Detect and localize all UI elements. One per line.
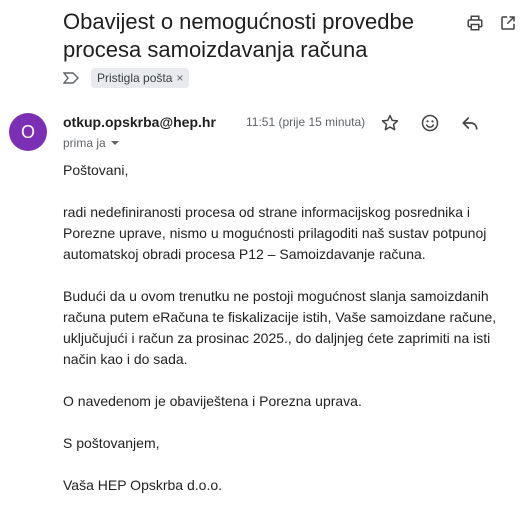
reply-button[interactable]: [458, 111, 482, 135]
importance-marker[interactable]: [63, 71, 81, 85]
print-icon: [467, 15, 483, 31]
emoji-icon: [421, 114, 439, 132]
print-button[interactable]: [464, 12, 486, 34]
star-button[interactable]: [378, 111, 402, 135]
body-paragraph-3: O navedenom je obaviještena i Porezna up…: [63, 393, 362, 409]
open-in-new-window-button[interactable]: [497, 12, 519, 34]
email-timestamp: 11:51 (prije 15 minuta): [246, 115, 366, 129]
body-signature: Vaša HEP Opskrba d.o.o.: [63, 477, 223, 493]
open-in-new-icon: [501, 16, 515, 30]
sender-email[interactable]: otkup.opskrba@hep.hr: [63, 114, 216, 130]
add-reaction-button[interactable]: [418, 111, 442, 135]
reply-icon: [462, 117, 478, 130]
body-paragraph-2: Budući da u ovom trenutku ne postoji mog…: [63, 288, 497, 367]
remove-label-button[interactable]: ×: [176, 71, 183, 85]
email-subject: Obavijest o nemogućnosti provedbe proces…: [63, 9, 414, 62]
body-closing: S poštovanjem,: [63, 435, 160, 451]
label-chip-text: Pristigla pošta: [97, 71, 173, 85]
recipient-label: prima ja: [63, 136, 106, 150]
chevron-down-icon: [110, 141, 119, 145]
importance-marker-icon: [63, 72, 79, 84]
star-icon: [381, 114, 399, 131]
label-row: Pristigla pošta ×: [63, 68, 190, 88]
body-paragraph-1: radi nedefiniranosti procesa od strane i…: [63, 204, 487, 262]
label-chip-inbox: Pristigla pošta ×: [91, 68, 190, 88]
email-body: Poštovani, radi nedefiniranosti procesa …: [63, 160, 513, 517]
sender-avatar[interactable]: O: [9, 113, 47, 151]
recipient-details-toggle[interactable]: prima ja: [63, 136, 120, 150]
body-greeting: Poštovani,: [63, 162, 129, 178]
